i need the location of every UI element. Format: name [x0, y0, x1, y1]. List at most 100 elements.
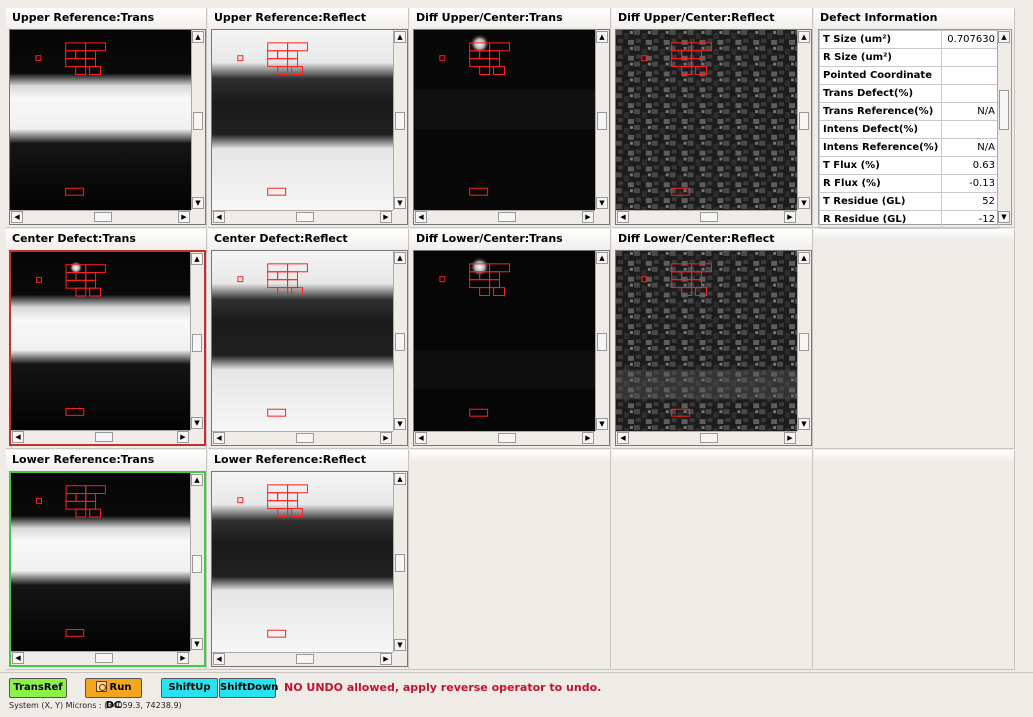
vertical-scrollbar[interactable]: ▲ ▼ — [797, 30, 811, 210]
image-viewer[interactable]: ▲ ▼ ◀ ▶ — [211, 250, 408, 446]
scroll-down-icon[interactable]: ▼ — [798, 197, 810, 209]
image-viewer-selected[interactable]: ▲ ▼ ◀ ▶ — [9, 471, 206, 667]
scroll-up-icon[interactable]: ▲ — [596, 31, 608, 43]
vertical-scrollbar[interactable]: ▲ ▼ — [997, 30, 1011, 224]
scroll-left-icon[interactable]: ◀ — [12, 431, 24, 443]
scroll-down-icon[interactable]: ▼ — [394, 639, 406, 651]
scroll-right-icon[interactable]: ▶ — [177, 652, 189, 664]
scroll-left-icon[interactable]: ◀ — [617, 432, 629, 444]
scroll-right-icon[interactable]: ▶ — [784, 211, 796, 223]
scroll-right-icon[interactable]: ▶ — [380, 432, 392, 444]
transref-button[interactable]: TransRef — [9, 678, 67, 698]
scroll-down-icon[interactable]: ▼ — [191, 638, 203, 650]
shift-up-button[interactable]: ShiftUp — [161, 678, 218, 698]
horizontal-scrollbar[interactable]: ◀ ▶ — [11, 651, 190, 665]
scroll-left-icon[interactable]: ◀ — [415, 432, 427, 444]
vertical-scrollbar[interactable]: ▲ ▼ — [191, 30, 205, 210]
scroll-thumb[interactable] — [395, 554, 405, 572]
scroll-up-icon[interactable]: ▲ — [192, 31, 204, 43]
horizontal-scrollbar[interactable]: ◀ ▶ — [212, 431, 393, 445]
scroll-thumb[interactable] — [296, 212, 314, 222]
scroll-left-icon[interactable]: ◀ — [213, 211, 225, 223]
defect-image[interactable] — [10, 30, 191, 210]
scroll-left-icon[interactable]: ◀ — [213, 432, 225, 444]
scroll-thumb[interactable] — [498, 433, 516, 443]
defect-image[interactable] — [616, 30, 797, 210]
defect-image[interactable] — [11, 473, 190, 651]
scroll-thumb[interactable] — [95, 653, 113, 663]
scroll-down-icon[interactable]: ▼ — [394, 197, 406, 209]
vertical-scrollbar[interactable]: ▲ ▼ — [595, 251, 609, 431]
image-viewer[interactable]: ▲ ▼ ◀ ▶ — [615, 29, 812, 225]
scroll-down-icon[interactable]: ▼ — [998, 211, 1010, 223]
scroll-right-icon[interactable]: ▶ — [178, 211, 190, 223]
scroll-up-icon[interactable]: ▲ — [394, 31, 406, 43]
scroll-up-icon[interactable]: ▲ — [191, 474, 203, 486]
scroll-thumb[interactable] — [597, 333, 607, 351]
image-viewer[interactable]: ▲ ▼ ◀ ▶ — [413, 250, 610, 446]
scroll-thumb[interactable] — [498, 212, 516, 222]
defect-image[interactable] — [212, 472, 393, 652]
horizontal-scrollbar[interactable]: ◀ ▶ — [616, 431, 797, 445]
scroll-right-icon[interactable]: ▶ — [582, 211, 594, 223]
scroll-left-icon[interactable]: ◀ — [213, 653, 225, 665]
vertical-scrollbar[interactable]: ▲ ▼ — [190, 473, 204, 651]
scroll-thumb[interactable] — [296, 654, 314, 664]
defect-image[interactable] — [212, 30, 393, 210]
scroll-thumb[interactable] — [999, 90, 1009, 130]
image-viewer[interactable]: ▲ ▼ ◀ ▶ — [615, 250, 812, 446]
scroll-right-icon[interactable]: ▶ — [380, 653, 392, 665]
scroll-down-icon[interactable]: ▼ — [394, 418, 406, 430]
defect-image[interactable] — [616, 251, 797, 431]
image-viewer[interactable]: ▲ ▼ ◀ ▶ — [211, 471, 408, 667]
horizontal-scrollbar[interactable]: ◀ ▶ — [10, 210, 191, 224]
defect-image[interactable] — [212, 251, 393, 431]
scroll-up-icon[interactable]: ▲ — [394, 473, 406, 485]
scroll-thumb[interactable] — [395, 112, 405, 130]
horizontal-scrollbar[interactable]: ◀ ▶ — [212, 210, 393, 224]
scroll-thumb[interactable] — [395, 333, 405, 351]
shift-down-button[interactable]: ShiftDown — [219, 678, 278, 698]
scroll-thumb[interactable] — [193, 112, 203, 130]
scroll-down-icon[interactable]: ▼ — [596, 197, 608, 209]
scroll-left-icon[interactable]: ◀ — [11, 211, 23, 223]
scroll-left-icon[interactable]: ◀ — [415, 211, 427, 223]
image-viewer-selected[interactable]: ▲ ▼ ◀ ▶ — [9, 250, 206, 446]
vertical-scrollbar[interactable]: ▲ ▼ — [190, 252, 204, 430]
scroll-left-icon[interactable]: ◀ — [12, 652, 24, 664]
horizontal-scrollbar[interactable]: ◀ ▶ — [414, 210, 595, 224]
scroll-up-icon[interactable]: ▲ — [798, 252, 810, 264]
scroll-up-icon[interactable]: ▲ — [394, 252, 406, 264]
vertical-scrollbar[interactable]: ▲ ▼ — [797, 251, 811, 431]
image-viewer[interactable]: ▲ ▼ ◀ ▶ — [211, 29, 408, 225]
scroll-down-icon[interactable]: ▼ — [798, 418, 810, 430]
scroll-right-icon[interactable]: ▶ — [380, 211, 392, 223]
scroll-thumb[interactable] — [192, 334, 202, 352]
scroll-right-icon[interactable]: ▶ — [784, 432, 796, 444]
scroll-up-icon[interactable]: ▲ — [998, 31, 1010, 43]
horizontal-scrollbar[interactable]: ◀ ▶ — [212, 652, 393, 666]
horizontal-scrollbar[interactable]: ◀ ▶ — [414, 431, 595, 445]
defect-image[interactable] — [11, 252, 190, 430]
scroll-thumb[interactable] — [597, 112, 607, 130]
vertical-scrollbar[interactable]: ▲ ▼ — [595, 30, 609, 210]
scroll-right-icon[interactable]: ▶ — [177, 431, 189, 443]
defect-image[interactable] — [414, 251, 595, 431]
vertical-scrollbar[interactable]: ▲ ▼ — [393, 472, 407, 652]
scroll-down-icon[interactable]: ▼ — [191, 417, 203, 429]
vertical-scrollbar[interactable]: ▲ ▼ — [393, 30, 407, 210]
defect-info-table-container[interactable]: T Size (um²) 0.707630 R Size (um²) Pointed … — [818, 29, 1012, 229]
scroll-left-icon[interactable]: ◀ — [617, 211, 629, 223]
scroll-up-icon[interactable]: ▲ — [191, 253, 203, 265]
scroll-thumb[interactable] — [799, 112, 809, 130]
horizontal-scrollbar[interactable]: ◀ ▶ — [11, 430, 190, 444]
scroll-up-icon[interactable]: ▲ — [596, 252, 608, 264]
scroll-up-icon[interactable]: ▲ — [798, 31, 810, 43]
scroll-down-icon[interactable]: ▼ — [192, 197, 204, 209]
vertical-scrollbar[interactable]: ▲ ▼ — [393, 251, 407, 431]
scroll-thumb[interactable] — [799, 333, 809, 351]
scroll-right-icon[interactable]: ▶ — [582, 432, 594, 444]
scroll-thumb[interactable] — [296, 433, 314, 443]
scroll-down-icon[interactable]: ▼ — [596, 418, 608, 430]
scroll-thumb[interactable] — [700, 433, 718, 443]
